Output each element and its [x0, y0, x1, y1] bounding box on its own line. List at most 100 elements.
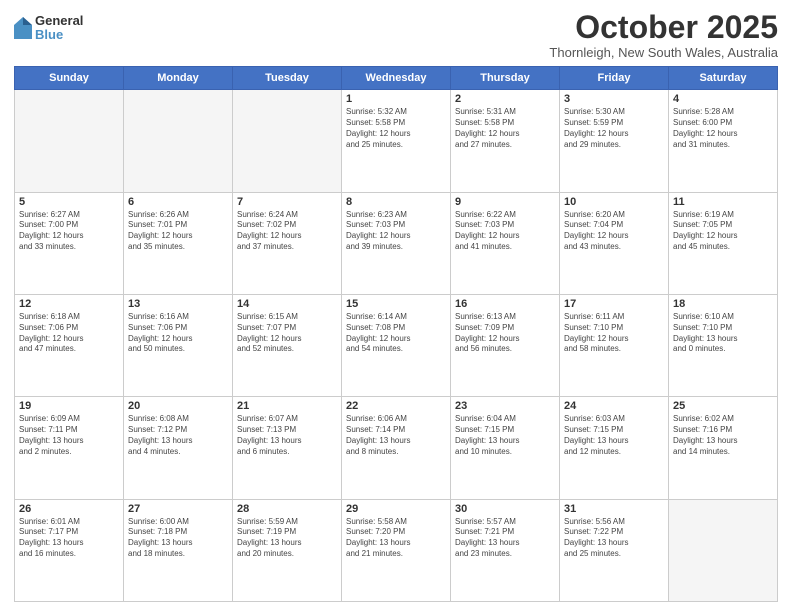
- day-info: Sunrise: 5:59 AM Sunset: 7:19 PM Dayligh…: [237, 517, 337, 560]
- calendar-cell: 13 Sunrise: 6:16 AM Sunset: 7:06 PM Dayli…: [124, 294, 233, 396]
- calendar-cell: 10 Sunrise: 6:20 AM Sunset: 7:04 PM Dayli…: [560, 192, 669, 294]
- calendar-cell: 30 Sunrise: 5:57 AM Sunset: 7:21 PM Dayli…: [451, 499, 560, 601]
- day-number: 19: [19, 400, 119, 412]
- calendar-cell: 16 Sunrise: 6:13 AM Sunset: 7:09 PM Dayli…: [451, 294, 560, 396]
- day-info: Sunrise: 6:08 AM Sunset: 7:12 PM Dayligh…: [128, 414, 228, 457]
- day-number: 8: [346, 196, 446, 208]
- day-info: Sunrise: 5:58 AM Sunset: 7:20 PM Dayligh…: [346, 517, 446, 560]
- day-number: 10: [564, 196, 664, 208]
- day-info: Sunrise: 6:19 AM Sunset: 7:05 PM Dayligh…: [673, 210, 773, 253]
- day-info: Sunrise: 6:20 AM Sunset: 7:04 PM Dayligh…: [564, 210, 664, 253]
- weekday-header-friday: Friday: [560, 67, 669, 90]
- calendar-cell: [15, 90, 124, 192]
- day-number: 5: [19, 196, 119, 208]
- day-info: Sunrise: 6:22 AM Sunset: 7:03 PM Dayligh…: [455, 210, 555, 253]
- day-info: Sunrise: 6:13 AM Sunset: 7:09 PM Dayligh…: [455, 312, 555, 355]
- day-number: 17: [564, 298, 664, 310]
- day-info: Sunrise: 6:04 AM Sunset: 7:15 PM Dayligh…: [455, 414, 555, 457]
- calendar-cell: 25 Sunrise: 6:02 AM Sunset: 7:16 PM Dayli…: [669, 397, 778, 499]
- calendar-week-2: 5Sunrise: 6:27 AM Sunset: 7:00 PM Daylig…: [15, 192, 778, 294]
- day-number: 25: [673, 400, 773, 412]
- calendar-cell: 22Sunrise: 6:06 AM Sunset: 7:14 PM Dayli…: [342, 397, 451, 499]
- calendar-cell: [124, 90, 233, 192]
- logo-icon: [14, 17, 32, 39]
- day-info: Sunrise: 5:57 AM Sunset: 7:21 PM Dayligh…: [455, 517, 555, 560]
- calendar-cell: 3 Sunrise: 5:30 AM Sunset: 5:59 PM Daylig…: [560, 90, 669, 192]
- calendar-cell: 14Sunrise: 6:15 AM Sunset: 7:07 PM Dayli…: [233, 294, 342, 396]
- day-number: 6: [128, 196, 228, 208]
- weekday-header-saturday: Saturday: [669, 67, 778, 90]
- day-info: Sunrise: 5:56 AM Sunset: 7:22 PM Dayligh…: [564, 517, 664, 560]
- calendar-cell: 5Sunrise: 6:27 AM Sunset: 7:00 PM Daylig…: [15, 192, 124, 294]
- calendar-cell: 26Sunrise: 6:01 AM Sunset: 7:17 PM Dayli…: [15, 499, 124, 601]
- calendar-cell: 19 Sunrise: 6:09 AM Sunset: 7:11 PM Dayli…: [15, 397, 124, 499]
- day-info: Sunrise: 6:10 AM Sunset: 7:10 PM Dayligh…: [673, 312, 773, 355]
- calendar-cell: 17 Sunrise: 6:11 AM Sunset: 7:10 PM Dayli…: [560, 294, 669, 396]
- calendar-cell: 2Sunrise: 5:31 AM Sunset: 5:58 PM Daylig…: [451, 90, 560, 192]
- day-number: 24: [564, 400, 664, 412]
- page: General Blue October 2025 Thornleigh, Ne…: [0, 0, 792, 612]
- day-info: Sunrise: 6:11 AM Sunset: 7:10 PM Dayligh…: [564, 312, 664, 355]
- title-block: October 2025 Thornleigh, New South Wales…: [549, 10, 778, 60]
- calendar-cell: 23 Sunrise: 6:04 AM Sunset: 7:15 PM Dayli…: [451, 397, 560, 499]
- calendar-body: 1Sunrise: 5:32 AM Sunset: 5:58 PM Daylig…: [15, 90, 778, 602]
- day-info: Sunrise: 5:30 AM Sunset: 5:59 PM Dayligh…: [564, 107, 664, 150]
- calendar-cell: 29 Sunrise: 5:58 AM Sunset: 7:20 PM Dayli…: [342, 499, 451, 601]
- day-number: 29: [346, 503, 446, 515]
- day-number: 30: [455, 503, 555, 515]
- calendar-cell: 1Sunrise: 5:32 AM Sunset: 5:58 PM Daylig…: [342, 90, 451, 192]
- weekday-header-thursday: Thursday: [451, 67, 560, 90]
- logo-text: General Blue: [35, 14, 83, 43]
- calendar-header: SundayMondayTuesdayWednesdayThursdayFrid…: [15, 67, 778, 90]
- day-number: 21: [237, 400, 337, 412]
- day-number: 28: [237, 503, 337, 515]
- day-number: 3: [564, 93, 664, 105]
- day-number: 16: [455, 298, 555, 310]
- weekday-header-wednesday: Wednesday: [342, 67, 451, 90]
- day-number: 26: [19, 503, 119, 515]
- day-info: Sunrise: 6:26 AM Sunset: 7:01 PM Dayligh…: [128, 210, 228, 253]
- calendar-cell: 12 Sunrise: 6:18 AM Sunset: 7:06 PM Dayli…: [15, 294, 124, 396]
- day-number: 9: [455, 196, 555, 208]
- day-info: Sunrise: 6:24 AM Sunset: 7:02 PM Dayligh…: [237, 210, 337, 253]
- weekday-header-row: SundayMondayTuesdayWednesdayThursdayFrid…: [15, 67, 778, 90]
- calendar-week-1: 1Sunrise: 5:32 AM Sunset: 5:58 PM Daylig…: [15, 90, 778, 192]
- location-subtitle: Thornleigh, New South Wales, Australia: [549, 45, 778, 60]
- day-info: Sunrise: 5:28 AM Sunset: 6:00 PM Dayligh…: [673, 107, 773, 150]
- calendar-cell: [669, 499, 778, 601]
- day-number: 15: [346, 298, 446, 310]
- calendar-cell: [233, 90, 342, 192]
- day-number: 11: [673, 196, 773, 208]
- day-info: Sunrise: 6:07 AM Sunset: 7:13 PM Dayligh…: [237, 414, 337, 457]
- calendar-cell: 24Sunrise: 6:03 AM Sunset: 7:15 PM Dayli…: [560, 397, 669, 499]
- calendar-cell: 4 Sunrise: 5:28 AM Sunset: 6:00 PM Daylig…: [669, 90, 778, 192]
- weekday-header-monday: Monday: [124, 67, 233, 90]
- day-number: 7: [237, 196, 337, 208]
- day-number: 23: [455, 400, 555, 412]
- logo-general-label: General: [35, 14, 83, 28]
- calendar-cell: 8 Sunrise: 6:23 AM Sunset: 7:03 PM Daylig…: [342, 192, 451, 294]
- logo: General Blue: [14, 14, 83, 43]
- day-info: Sunrise: 6:16 AM Sunset: 7:06 PM Dayligh…: [128, 312, 228, 355]
- calendar-cell: 18 Sunrise: 6:10 AM Sunset: 7:10 PM Dayli…: [669, 294, 778, 396]
- day-info: Sunrise: 6:06 AM Sunset: 7:14 PM Dayligh…: [346, 414, 446, 457]
- day-number: 14: [237, 298, 337, 310]
- weekday-header-tuesday: Tuesday: [233, 67, 342, 90]
- weekday-header-sunday: Sunday: [15, 67, 124, 90]
- day-number: 13: [128, 298, 228, 310]
- day-info: Sunrise: 6:02 AM Sunset: 7:16 PM Dayligh…: [673, 414, 773, 457]
- calendar-cell: 6 Sunrise: 6:26 AM Sunset: 7:01 PM Daylig…: [124, 192, 233, 294]
- day-number: 4: [673, 93, 773, 105]
- calendar-cell: 27Sunrise: 6:00 AM Sunset: 7:18 PM Dayli…: [124, 499, 233, 601]
- calendar-cell: 21 Sunrise: 6:07 AM Sunset: 7:13 PM Dayli…: [233, 397, 342, 499]
- calendar-table: SundayMondayTuesdayWednesdayThursdayFrid…: [14, 66, 778, 602]
- day-number: 12: [19, 298, 119, 310]
- calendar-week-5: 26Sunrise: 6:01 AM Sunset: 7:17 PM Dayli…: [15, 499, 778, 601]
- day-number: 18: [673, 298, 773, 310]
- calendar-week-4: 19 Sunrise: 6:09 AM Sunset: 7:11 PM Dayli…: [15, 397, 778, 499]
- day-info: Sunrise: 6:09 AM Sunset: 7:11 PM Dayligh…: [19, 414, 119, 457]
- day-info: Sunrise: 6:23 AM Sunset: 7:03 PM Dayligh…: [346, 210, 446, 253]
- day-number: 20: [128, 400, 228, 412]
- day-info: Sunrise: 6:18 AM Sunset: 7:06 PM Dayligh…: [19, 312, 119, 355]
- calendar-cell: 11 Sunrise: 6:19 AM Sunset: 7:05 PM Dayli…: [669, 192, 778, 294]
